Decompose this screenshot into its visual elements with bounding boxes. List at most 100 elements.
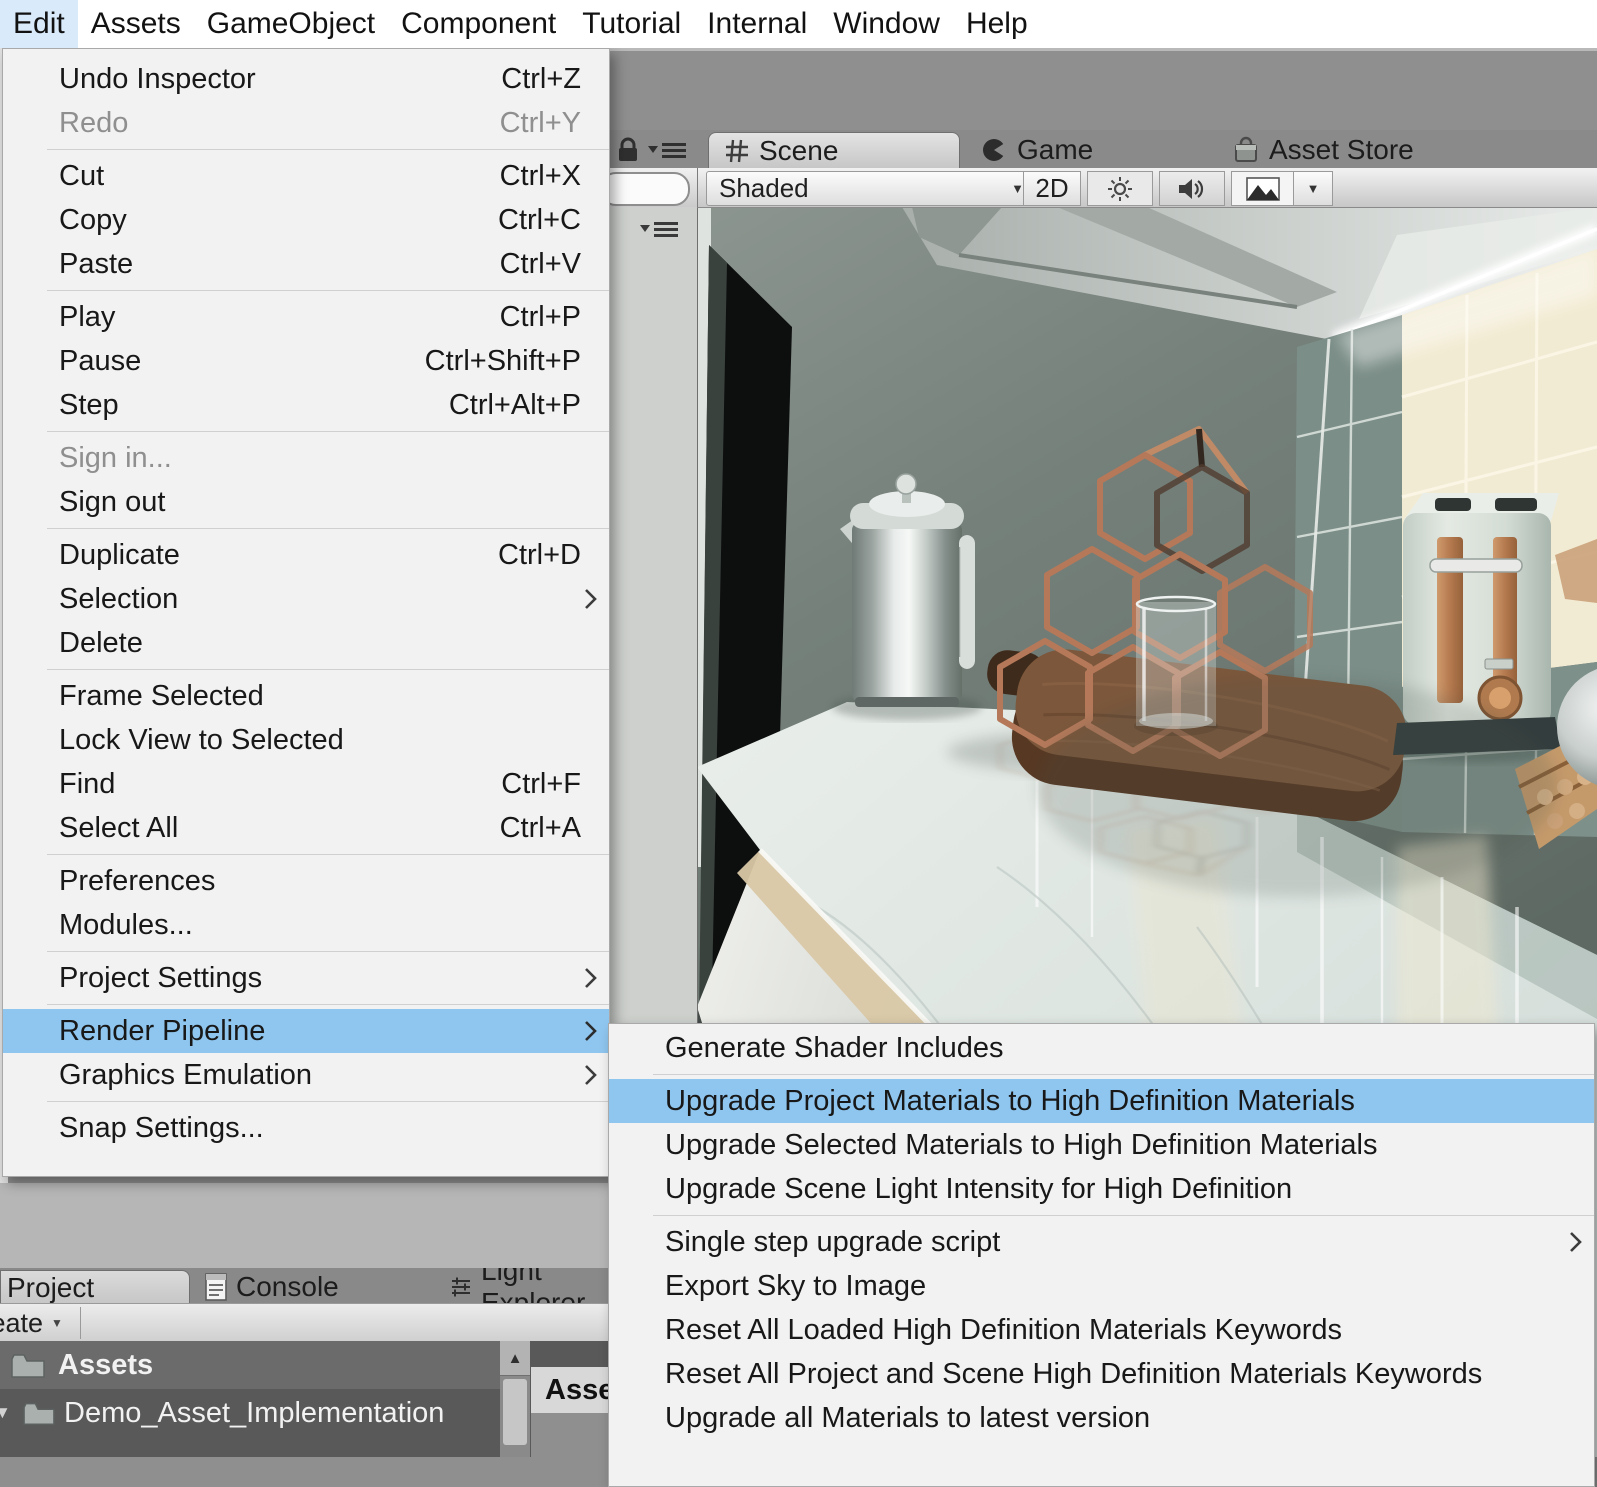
menu-separator: [653, 1074, 1594, 1075]
scene-lighting-toggle[interactable]: [1087, 171, 1153, 206]
menu-item-pause[interactable]: Pause Ctrl+Shift+P: [3, 339, 609, 383]
menu-item-paste[interactable]: Paste Ctrl+V: [3, 242, 609, 286]
menu-separator: [47, 951, 609, 952]
tree-row-demo-folder[interactable]: ▼ Demo_Asset_Implementation: [0, 1389, 500, 1437]
tab-game[interactable]: Game: [965, 132, 1109, 168]
menu-item-modules[interactable]: Modules...: [3, 903, 609, 947]
menu-item-graphics-emulation[interactable]: Graphics Emulation: [3, 1053, 609, 1097]
scrollbar-thumb[interactable]: [503, 1379, 527, 1445]
tab-project-label: Project: [7, 1272, 94, 1304]
toggle-2d-label: 2D: [1035, 173, 1068, 204]
submenu-item-upgrade-selected-materials[interactable]: Upgrade Selected Materials to High Defin…: [609, 1123, 1594, 1167]
menu-edit[interactable]: Edit: [0, 0, 78, 48]
tab-console-label: Console: [236, 1271, 339, 1303]
submenu-item-single-step-upgrade-script[interactable]: Single step upgrade script: [609, 1220, 1594, 1264]
menu-item-label: Sign in...: [59, 442, 172, 475]
submenu-arrow-icon: [1568, 1229, 1584, 1263]
menu-component[interactable]: Component: [388, 0, 569, 48]
menu-help[interactable]: Help: [953, 0, 1041, 48]
effects-toggle[interactable]: [1231, 171, 1295, 206]
menu-separator: [47, 1004, 609, 1005]
menu-item-label: Step: [59, 389, 119, 422]
submenu-item-generate-shader-includes[interactable]: Generate Shader Includes: [609, 1026, 1594, 1070]
menu-separator: [47, 669, 609, 670]
menu-item-shortcut: Ctrl+V: [500, 248, 581, 281]
scene-grid-icon: [725, 139, 749, 163]
create-dropdown-button[interactable]: Create ▼: [0, 1304, 63, 1342]
menu-item-label: Find: [59, 768, 115, 801]
panel-menu-icon[interactable]: [640, 219, 680, 239]
menu-item-step[interactable]: Step Ctrl+Alt+P: [3, 383, 609, 427]
menu-item-label: Upgrade Project Materials to High Defini…: [665, 1085, 1355, 1118]
menu-window[interactable]: Window: [820, 0, 953, 48]
menu-item-selection[interactable]: Selection: [3, 577, 609, 621]
toggle-2d-button[interactable]: 2D: [1023, 171, 1081, 206]
menu-item-label: Cut: [59, 160, 104, 193]
menu-separator: [47, 528, 609, 529]
submenu-item-upgrade-scene-light-intensity[interactable]: Upgrade Scene Light Intensity for High D…: [609, 1167, 1594, 1211]
menu-item-copy[interactable]: Copy Ctrl+C: [3, 198, 609, 242]
scene-panel-tabstrip: Scene Game Asset Store: [697, 130, 1597, 168]
edit-menu-dropdown: Undo Inspector Ctrl+Z Redo Ctrl+Y Cut Ct…: [2, 48, 610, 1177]
folder-icon: [10, 1351, 46, 1379]
menu-item-sign-in[interactable]: Sign in...: [3, 436, 609, 480]
menu-item-play[interactable]: Play Ctrl+P: [3, 295, 609, 339]
submenu-item-export-sky-to-image[interactable]: Export Sky to Image: [609, 1264, 1594, 1308]
menu-internal[interactable]: Internal: [694, 0, 820, 48]
menu-item-undo-inspector[interactable]: Undo Inspector Ctrl+Z: [3, 57, 609, 101]
menu-item-select-all[interactable]: Select All Ctrl+A: [3, 806, 609, 850]
tree-row-demo-folder-label: Demo_Asset_Implementation: [64, 1397, 444, 1430]
menu-item-label: Redo: [59, 107, 128, 140]
menu-gameobject[interactable]: GameObject: [194, 0, 388, 48]
menu-item-label: Render Pipeline: [59, 1015, 265, 1048]
menu-item-shortcut: Ctrl+F: [501, 768, 581, 801]
submenu-item-upgrade-all-materials[interactable]: Upgrade all Materials to latest version: [609, 1396, 1594, 1440]
submenu-item-upgrade-project-materials[interactable]: Upgrade Project Materials to High Defini…: [609, 1079, 1594, 1123]
menu-tutorial[interactable]: Tutorial: [569, 0, 694, 48]
menu-item-label: Pause: [59, 345, 141, 378]
menu-item-find[interactable]: Find Ctrl+F: [3, 762, 609, 806]
scroll-up-arrow-icon: ▲: [508, 1350, 523, 1367]
lock-icon[interactable]: [616, 137, 640, 163]
tab-console[interactable]: Console: [205, 1270, 339, 1303]
search-input[interactable]: [600, 172, 690, 206]
disclosure-triangle-icon[interactable]: ▼: [0, 1403, 14, 1423]
editor-empty-region: [0, 1183, 610, 1270]
menu-item-cut[interactable]: Cut Ctrl+X: [3, 154, 609, 198]
menu-item-label: Reset All Project and Scene High Definit…: [665, 1358, 1482, 1391]
menu-item-lock-view[interactable]: Lock View to Selected: [3, 718, 609, 762]
scroll-up-button[interactable]: ▲: [500, 1341, 530, 1376]
menu-assets[interactable]: Assets: [78, 0, 194, 48]
menu-item-preferences[interactable]: Preferences: [3, 859, 609, 903]
menu-item-delete[interactable]: Delete: [3, 621, 609, 665]
menu-separator: [47, 431, 609, 432]
scene-audio-toggle[interactable]: [1159, 171, 1225, 206]
tab-light-explorer-label: Light Explorer: [481, 1268, 610, 1303]
tab-asset-store-label: Asset Store: [1269, 134, 1414, 166]
project-files-area[interactable]: [531, 1413, 610, 1457]
menu-item-project-settings[interactable]: Project Settings: [3, 956, 609, 1000]
menu-item-frame-selected[interactable]: Frame Selected: [3, 674, 609, 718]
tab-light-explorer[interactable]: Light Explorer: [450, 1270, 610, 1303]
menu-item-shortcut: Ctrl+C: [498, 204, 581, 237]
project-tree-scrollbar[interactable]: ▲: [500, 1341, 530, 1457]
menu-item-redo[interactable]: Redo Ctrl+Y: [3, 101, 609, 145]
submenu-item-reset-project-scene-keywords[interactable]: Reset All Project and Scene High Definit…: [609, 1352, 1594, 1396]
project-folder-tree: Assets ▼ Demo_Asset_Implementation: [0, 1341, 501, 1457]
tab-scene[interactable]: Scene: [708, 132, 960, 169]
submenu-arrow-icon: [583, 965, 599, 999]
tab-asset-store[interactable]: Asset Store: [1217, 132, 1430, 168]
mountain-photo-icon: [1246, 177, 1280, 201]
menu-item-sign-out[interactable]: Sign out: [3, 480, 609, 524]
shading-mode-dropdown[interactable]: Shaded ▼: [706, 171, 1037, 206]
menu-item-shortcut: Ctrl+X: [500, 160, 581, 193]
menu-item-snap-settings[interactable]: Snap Settings...: [3, 1106, 609, 1150]
tree-row-assets[interactable]: Assets: [0, 1341, 500, 1389]
menu-item-duplicate[interactable]: Duplicate Ctrl+D: [3, 533, 609, 577]
submenu-item-reset-loaded-keywords[interactable]: Reset All Loaded High Definition Materia…: [609, 1308, 1594, 1352]
panel-menu-icon[interactable]: [648, 140, 688, 160]
effects-dropdown[interactable]: ▼: [1293, 171, 1333, 206]
tab-project[interactable]: Project: [0, 1270, 190, 1303]
menu-item-render-pipeline[interactable]: Render Pipeline: [3, 1009, 609, 1053]
chevron-down-icon: ▼: [1307, 181, 1320, 196]
